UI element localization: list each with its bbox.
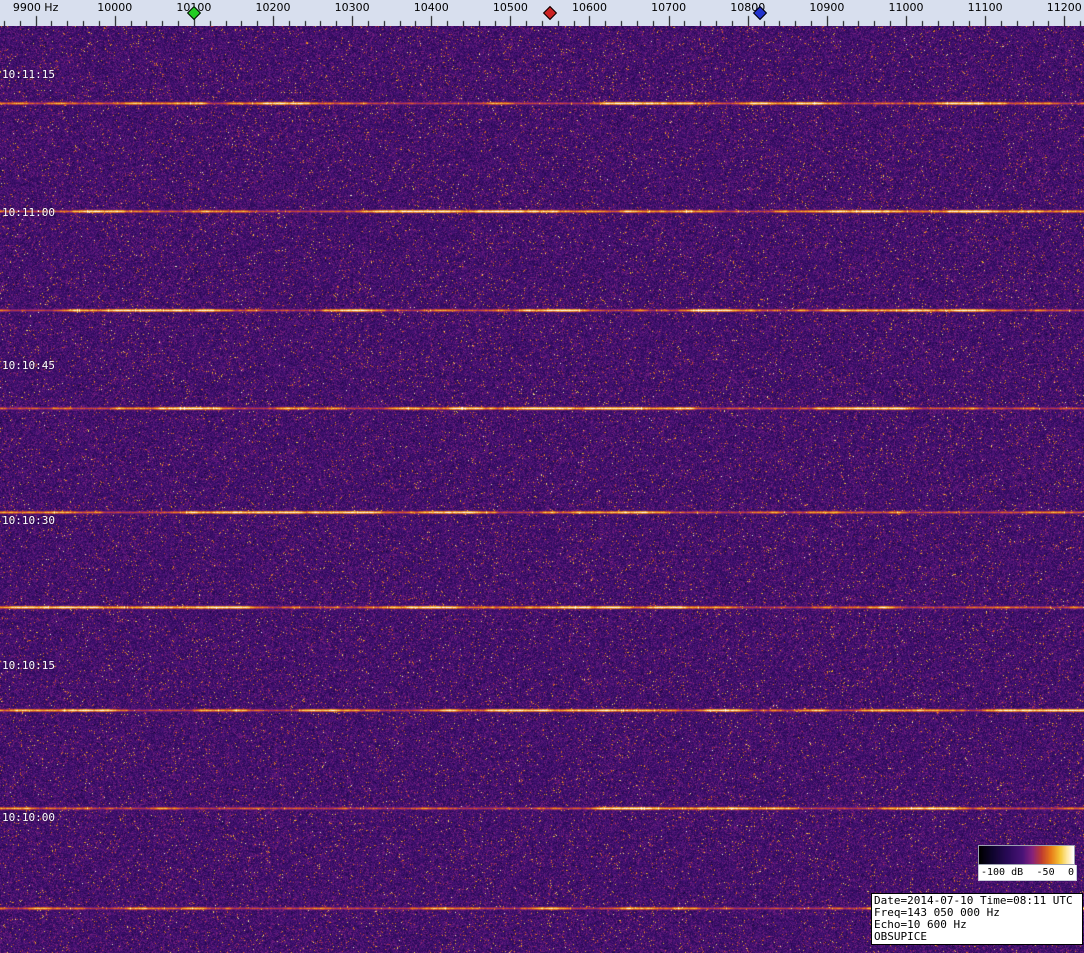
- time-label: 10:10:30: [2, 514, 55, 527]
- freq-tick-label: 9900 Hz: [12, 1, 59, 14]
- freq-tick-label: 11200: [1046, 1, 1082, 14]
- freq-tick-label: 10200: [255, 1, 291, 14]
- time-label: 10:11:00: [2, 206, 55, 219]
- time-label: 10:11:15: [2, 68, 55, 81]
- time-label: 10:10:45: [2, 359, 55, 372]
- color-scale-legend: -100 dB -50 0: [978, 845, 1077, 881]
- freq-tick-label: 11100: [967, 1, 1003, 14]
- legend-label-max: 0: [1067, 867, 1074, 878]
- freq-tick-label: 10300: [334, 1, 370, 14]
- color-scale-labels: -100 dB -50 0: [978, 865, 1077, 881]
- observation-info-box: Date=2014-07-10 Time=08:11 UTC Freq=143 …: [871, 893, 1083, 945]
- freq-tick-label: 10700: [651, 1, 687, 14]
- legend-label-mid: -50: [1036, 867, 1055, 878]
- freq-tick-label: 10900: [809, 1, 845, 14]
- waterfall-display: 10:11:15 10:11:00 10:10:45 10:10:30 10:10:15…: [0, 26, 1084, 953]
- legend-label-min: -100 dB: [981, 867, 1024, 878]
- spectrogram-canvas: [0, 26, 1084, 953]
- color-scale-gradient: [978, 845, 1075, 865]
- freq-tick-label: 10500: [492, 1, 528, 14]
- time-label: 10:10:00: [2, 811, 55, 824]
- frequency-ruler: 9900 Hz100001010010200103001040010500106…: [0, 0, 1084, 26]
- info-station: OBSUPICE: [874, 930, 927, 943]
- time-label: 10:10:15: [2, 659, 55, 672]
- spectrogram-window: 9900 Hz100001010010200103001040010500106…: [0, 0, 1084, 953]
- freq-tick-label: 10600: [571, 1, 607, 14]
- freq-tick-label: 10000: [97, 1, 133, 14]
- freq-tick-label: 11000: [888, 1, 924, 14]
- freq-tick-label: 10400: [413, 1, 449, 14]
